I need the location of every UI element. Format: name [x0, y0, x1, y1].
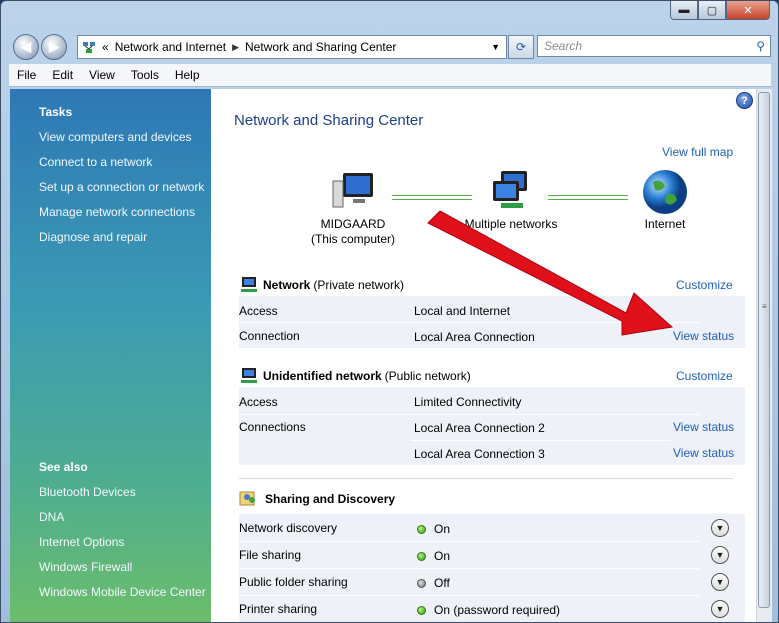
task-diagnose-repair[interactable]: Diagnose and repair: [39, 230, 147, 244]
caption-buttons: ▬ ▢ ✕: [670, 1, 770, 20]
file-sharing-status: On: [417, 549, 450, 563]
connection-2-value[interactable]: Local Area Connection 2: [414, 421, 545, 435]
annotation-arrow: [427, 210, 674, 336]
row-divider: [239, 541, 699, 542]
task-connect-network[interactable]: Connect to a network: [39, 155, 152, 169]
close-icon[interactable]: ✕: [726, 1, 770, 20]
task-setup-connection[interactable]: Set up a connection or network: [39, 180, 204, 194]
breadcrumb-separator-icon[interactable]: ▶: [232, 42, 239, 53]
status-text: On (password required): [434, 603, 561, 617]
scrollbar-thumb[interactable]: ≡: [758, 92, 770, 608]
network-type: (Private network): [313, 278, 405, 292]
row-divider: [411, 440, 671, 441]
printer-sharing-label: Printer sharing: [239, 602, 318, 616]
search-placeholder: Search: [544, 39, 583, 53]
row-divider: [239, 568, 699, 569]
network-discovery-status: On: [417, 522, 450, 536]
address-dropdown-icon[interactable]: ▼: [491, 42, 500, 52]
breadcrumb-prefix: «: [102, 40, 109, 54]
file-sharing-label: File sharing: [239, 548, 302, 562]
search-icon[interactable]: ⚲: [756, 39, 765, 53]
sharing-discovery-title: Sharing and Discovery: [265, 492, 396, 506]
computer-icon: [329, 171, 377, 211]
printer-sharing-status: On (password required): [417, 603, 560, 617]
network-discovery-label: Network discovery: [239, 521, 338, 535]
help-icon[interactable]: ?: [736, 92, 753, 109]
expand-icon[interactable]: ▼: [711, 546, 729, 564]
breadcrumb-network-sharing-center[interactable]: Network and Sharing Center: [245, 40, 396, 54]
unidentified-network-header: Unidentified network (Public network): [239, 367, 471, 385]
task-pane: Tasks View computers and devices Connect…: [10, 89, 211, 622]
computer-name: MIDGAARD: [320, 217, 386, 231]
status-off-icon: [417, 579, 426, 589]
sharing-icon: [239, 491, 261, 507]
see-also-heading: See also: [39, 460, 88, 474]
tasks-heading: Tasks: [39, 105, 73, 119]
see-also-firewall[interactable]: Windows Firewall: [39, 560, 132, 574]
status-text: On: [434, 522, 451, 536]
refresh-icon[interactable]: ⟳: [508, 35, 534, 59]
status-on-icon: [417, 606, 426, 616]
see-also-internet-options[interactable]: Internet Options: [39, 535, 124, 549]
forward-arrow-icon[interactable]: ▶: [41, 34, 67, 60]
map-link-line: [392, 195, 472, 200]
menu-bar: File Edit View Tools Help: [9, 64, 771, 87]
search-input[interactable]: Search ⚲: [537, 35, 771, 57]
status-on-icon: [417, 525, 426, 535]
row-divider: [239, 595, 699, 596]
view-status-link[interactable]: View status: [673, 446, 734, 460]
network-icon: [82, 40, 96, 54]
view-full-map-link[interactable]: View full map: [662, 145, 733, 159]
minimize-icon[interactable]: ▬: [670, 1, 698, 20]
main-content: ? Network and Sharing Center View full m…: [211, 89, 756, 622]
network-icon: [239, 367, 261, 385]
access-value: Limited Connectivity: [414, 395, 522, 409]
menu-view[interactable]: View: [81, 68, 123, 82]
see-also-bluetooth[interactable]: Bluetooth Devices: [39, 485, 136, 499]
navigation-bar: ◀ ▶ « Network and Internet ▶ Network and…: [9, 32, 771, 60]
expand-icon[interactable]: ▼: [711, 519, 729, 537]
section-divider: [239, 478, 733, 479]
menu-edit[interactable]: Edit: [44, 68, 81, 82]
connection-3-value[interactable]: Local Area Connection 3: [414, 447, 545, 461]
address-bar[interactable]: « Network and Internet ▶ Network and Sha…: [77, 35, 507, 59]
connections-label: Connections: [239, 420, 306, 434]
connection-label: Connection: [239, 329, 300, 343]
access-label: Access: [239, 304, 278, 318]
maximize-icon[interactable]: ▢: [698, 1, 726, 20]
public-folder-sharing-label: Public folder sharing: [239, 575, 348, 589]
expand-icon[interactable]: ▼: [711, 573, 729, 591]
access-label: Access: [239, 395, 278, 409]
unidentified-network-name: Unidentified network: [263, 369, 382, 383]
map-link-line: [548, 195, 628, 200]
task-manage-connections[interactable]: Manage network connections: [39, 205, 195, 219]
view-status-link[interactable]: View status: [673, 420, 734, 434]
see-also-dna[interactable]: DNA: [39, 510, 64, 524]
menu-file[interactable]: File: [9, 68, 44, 82]
multiple-networks-icon: [487, 169, 537, 213]
see-also-mobile-device-center[interactable]: Windows Mobile Device Center: [39, 585, 206, 599]
page-title: Network and Sharing Center: [234, 112, 424, 129]
computer-subtitle: (This computer): [310, 232, 396, 246]
menu-tools[interactable]: Tools: [123, 68, 167, 82]
back-arrow-icon[interactable]: ◀: [13, 34, 39, 60]
status-text: Off: [434, 576, 450, 590]
status-text: On: [434, 549, 451, 563]
unidentified-network-type: (Public network): [384, 369, 471, 383]
status-on-icon: [417, 552, 426, 562]
network-name: Network: [263, 278, 311, 292]
scroll-grip-icon: ≡: [762, 302, 767, 311]
vertical-scrollbar[interactable]: ≡: [756, 89, 772, 622]
network-icon: [239, 276, 261, 294]
menu-help[interactable]: Help: [167, 68, 208, 82]
public-folder-sharing-status: Off: [417, 576, 450, 590]
sharing-discovery-header: Sharing and Discovery: [239, 491, 398, 507]
breadcrumb-network-and-internet[interactable]: Network and Internet: [115, 40, 226, 54]
customize-link[interactable]: Customize: [676, 369, 733, 383]
expand-icon[interactable]: ▼: [711, 600, 729, 618]
network-header: Network (Private network): [239, 276, 404, 294]
task-view-computers[interactable]: View computers and devices: [39, 130, 192, 144]
row-divider: [239, 414, 699, 415]
explorer-window: ▬ ▢ ✕ ◀ ▶ « Network and Internet ▶ Netwo…: [0, 0, 779, 623]
